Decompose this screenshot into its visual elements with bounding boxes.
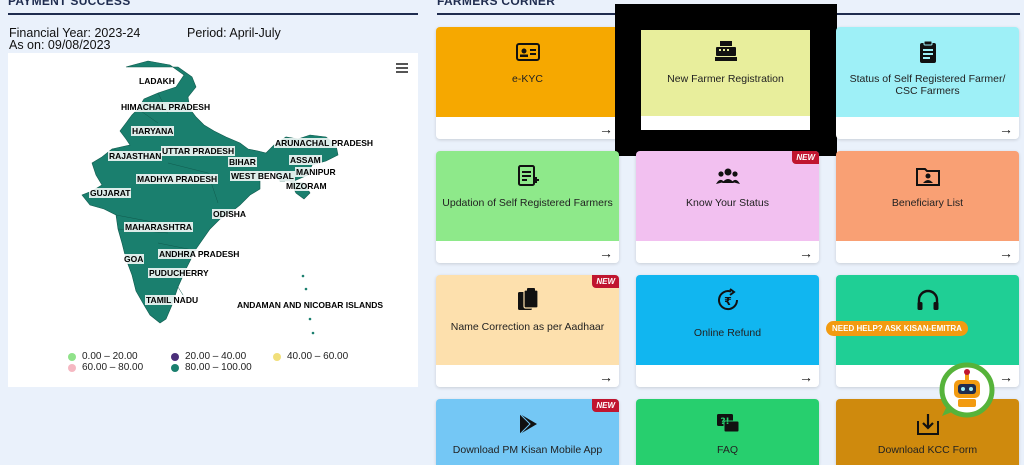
state-label: ANDAMAN AND NICOBAR ISLANDS xyxy=(236,300,385,310)
legend-dot-icon xyxy=(171,352,179,361)
new-badge: NEW xyxy=(592,275,619,288)
legend-dot-icon xyxy=(68,363,76,372)
payment-success-heading: PAYMENT SUCCESS xyxy=(8,0,131,8)
legend-dot-icon xyxy=(273,352,281,361)
folder-user-icon xyxy=(915,168,940,186)
state-label: MAHARASHTRA xyxy=(124,222,194,232)
legend-item: 0.00 – 20.00 xyxy=(68,351,138,362)
play-store-icon xyxy=(519,413,537,435)
state-label: LADAKH xyxy=(138,76,176,86)
state-label: GUJARAT xyxy=(89,188,132,198)
state-label: UTTAR PRADESH xyxy=(161,146,236,156)
clipboard-paste-icon xyxy=(517,288,539,310)
arrow-right-icon: → xyxy=(799,369,813,385)
state-label: MIZORAM xyxy=(285,181,328,191)
legend-item: 60.00 – 80.00 xyxy=(68,362,143,373)
legend-item: 80.00 – 100.00 xyxy=(171,362,252,373)
new-badge: NEW xyxy=(792,151,819,164)
arrow-right-icon: → xyxy=(599,369,613,385)
state-label: RAJASTHAN xyxy=(108,151,163,161)
state-label: GOA xyxy=(123,254,145,264)
state-label: MANIPUR xyxy=(295,167,337,177)
legend-item: 20.00 – 40.00 xyxy=(171,351,246,362)
card-new-farmer-registration[interactable]: New Farmer Registration xyxy=(641,30,810,130)
arrow-right-icon: → xyxy=(999,121,1013,137)
state-label: ARUNACHAL PRADESH xyxy=(274,138,375,148)
card-download-mobile-app[interactable]: Download PM Kisan Mobile App NEW xyxy=(436,399,619,465)
arrow-right-icon: → xyxy=(999,245,1013,261)
legend-item: 40.00 – 60.00 xyxy=(273,351,348,362)
card-online-refund[interactable]: ₹ Online Refund → xyxy=(636,275,819,387)
legend-dot-icon xyxy=(171,363,179,372)
id-card-icon xyxy=(515,43,540,61)
edit-list-icon xyxy=(517,165,539,186)
card-beneficiary-list[interactable]: Beneficiary List → xyxy=(836,151,1019,263)
state-label: BIHAR xyxy=(228,157,257,167)
state-label: PUDUCHERRY xyxy=(148,268,210,278)
india-map xyxy=(81,60,339,335)
new-badge: NEW xyxy=(592,399,619,412)
state-label: ODISHA xyxy=(212,209,248,219)
state-label: HIMACHAL PRADESH xyxy=(120,102,212,112)
farmers-corner-heading: FARMERS CORNER xyxy=(437,0,556,8)
arrow-right-icon: → xyxy=(599,245,613,261)
period: Period: April-July xyxy=(187,26,281,40)
arrow-right-icon: → xyxy=(799,245,813,261)
faq-icon: ?! xyxy=(716,414,739,433)
clipboard-icon xyxy=(919,40,936,63)
card-name-correction-aadhaar[interactable]: Name Correction as per Aadhaar NEW → xyxy=(436,275,619,387)
svg-text:?!: ?! xyxy=(720,417,729,427)
state-label: ANDHRA PRADESH xyxy=(158,249,241,259)
svg-text:₹: ₹ xyxy=(724,295,732,308)
arrow-right-icon: → xyxy=(999,369,1013,385)
state-label: ASSAM xyxy=(289,155,322,165)
as-on-date: As on: 09/08/2023 xyxy=(9,38,111,52)
card-status-self-registered[interactable]: Status of Self Registered Farmer/ CSC Fa… xyxy=(836,27,1019,139)
robot-icon[interactable] xyxy=(938,362,996,418)
state-label: TAMIL NADU xyxy=(145,295,200,305)
state-label: MADHYA PRADESH xyxy=(136,174,219,184)
headphones-icon xyxy=(917,289,938,310)
arrow-right-icon: → xyxy=(599,121,613,137)
help-chat-button[interactable]: NEED HELP? ASK KISAN-EMITRA xyxy=(826,321,968,336)
users-icon xyxy=(715,168,740,184)
heading-divider xyxy=(8,13,418,15)
card-know-your-status[interactable]: Know Your Status NEW → xyxy=(636,151,819,263)
state-label: WEST BENGAL xyxy=(230,171,295,181)
download-box-icon xyxy=(916,414,939,435)
legend-dot-icon xyxy=(68,352,76,361)
card-e-kyc[interactable]: e-KYC → xyxy=(436,27,619,139)
cash-register-icon xyxy=(714,41,737,61)
rupee-refund-icon: ₹ xyxy=(717,288,738,311)
card-updation-self-registered[interactable]: Updation of Self Registered Farmers → xyxy=(436,151,619,263)
card-faq[interactable]: ?! FAQ xyxy=(636,399,819,465)
state-label: HARYANA xyxy=(131,126,175,136)
